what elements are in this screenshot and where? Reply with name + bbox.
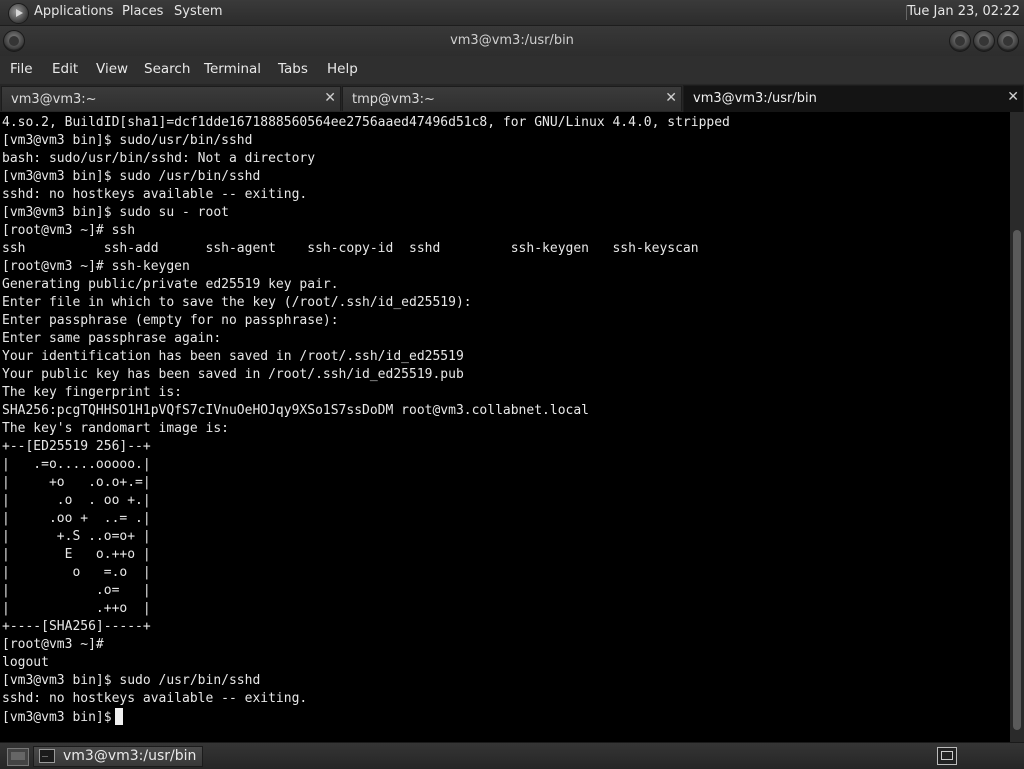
tab-tmp[interactable]: tmp@vm3:~ ✕ [342, 86, 682, 111]
terminal-output: 4.so.2, BuildID[sha1]=dcf1dde16718885605… [2, 114, 730, 727]
tab-label: vm3@vm3:~ [11, 92, 97, 107]
tab-close-icon[interactable]: ✕ [665, 90, 677, 106]
terminal-line: [vm3@vm3 bin]$ sudo /usr/bin/sshd [2, 169, 261, 184]
taskbar-window-button[interactable]: vm3@vm3:/usr/bin [33, 746, 203, 767]
terminal-prompt: [vm3@vm3 bin]$ [2, 710, 112, 725]
terminal-line: | +.S ..o=o+ | [2, 529, 151, 544]
clock[interactable]: Tue Jan 23, 02:22 [907, 4, 1020, 19]
menu-edit[interactable]: Edit [52, 61, 78, 77]
menu-terminal[interactable]: Terminal [204, 61, 261, 77]
terminal-line: sshd: no hostkeys available -- exiting. [2, 187, 308, 202]
terminal-line: bash: sudo/usr/bin/sshd: Not a directory [2, 151, 316, 166]
applications-icon[interactable] [8, 3, 29, 24]
terminal-area[interactable]: 4.so.2, BuildID[sha1]=dcf1dde16718885605… [0, 112, 1010, 742]
terminal-line: [root@vm3 ~]# ssh [2, 223, 136, 238]
menu-help[interactable]: Help [327, 61, 358, 77]
terminal-line: sshd: no hostkeys available -- exiting. [2, 691, 308, 706]
menu-search[interactable]: Search [144, 61, 190, 77]
terminal-line: | .=o.....ooooo.| [2, 457, 151, 472]
terminal-line: +--[ED25519 256]--+ [2, 439, 151, 454]
terminal-lines: 4.so.2, BuildID[sha1]=dcf1dde16718885605… [2, 115, 730, 706]
terminal-line: Generating public/private ed25519 key pa… [2, 277, 339, 292]
tab-bar: vm3@vm3:~ ✕ tmp@vm3:~ ✕ vm3@vm3:/usr/bin… [0, 84, 1024, 112]
terminal-line: | .o= | [2, 583, 151, 598]
terminal-line: | .o . oo +.| [2, 493, 151, 508]
terminal-line: | .++o | [2, 601, 151, 616]
menu-tabs[interactable]: Tabs [278, 61, 308, 77]
terminal-line: Your public key has been saved in /root/… [2, 367, 464, 382]
terminal-line: The key fingerprint is: [2, 385, 183, 400]
terminal-line: | .oo + ..= .| [2, 511, 151, 526]
terminal-line: | +o .o.o+.=| [2, 475, 151, 490]
terminal-line: Enter same passphrase again: [2, 331, 222, 346]
window-title: vm3@vm3:/usr/bin [450, 33, 574, 48]
terminal-icon [39, 746, 55, 763]
bottom-panel: vm3@vm3:/usr/bin [0, 742, 1024, 769]
scrollbar-thumb[interactable] [1013, 230, 1021, 730]
terminal-line: SHA256:pcgTQHHSO1H1pVQfS7cIVnuOeHOJqy9XS… [2, 403, 589, 418]
terminal-line: Enter passphrase (empty for no passphras… [2, 313, 339, 328]
tab-usr-bin[interactable]: vm3@vm3:/usr/bin ✕ [683, 85, 1024, 112]
close-window-icon[interactable] [997, 30, 1019, 52]
terminal-line: ssh ssh-add ssh-agent ssh-copy-id sshd s… [2, 241, 699, 256]
tab-close-icon[interactable]: ✕ [1007, 89, 1019, 105]
terminal-line: Your identification has been saved in /r… [2, 349, 464, 364]
menubar: File Edit View Search Terminal Tabs Help [0, 56, 1024, 83]
tab-label: vm3@vm3:/usr/bin [693, 91, 817, 106]
terminal-line: Enter file in which to save the key (/ro… [2, 295, 472, 310]
terminal-line: [root@vm3 ~]# [2, 637, 104, 652]
terminal-line: +----[SHA256]-----+ [2, 619, 151, 634]
terminal-line: The key's randomart image is: [2, 421, 229, 436]
system-menu[interactable]: System [174, 4, 222, 19]
tab-home[interactable]: vm3@vm3:~ ✕ [1, 86, 341, 111]
menu-view[interactable]: View [96, 61, 128, 77]
tab-label: tmp@vm3:~ [352, 92, 435, 107]
terminal-line: | E o.++o | [2, 547, 151, 562]
terminal-line: | o =.o | [2, 565, 151, 580]
workspace-switcher-icon[interactable] [937, 747, 957, 765]
terminal-line: [vm3@vm3 bin]$ sudo /usr/bin/sshd [2, 673, 261, 688]
text-cursor [114, 708, 123, 725]
menu-file[interactable]: File [10, 61, 33, 77]
applications-menu[interactable]: Applications [34, 4, 113, 19]
terminal-line: [vm3@vm3 bin]$ sudo/usr/bin/sshd [2, 133, 253, 148]
maximize-icon[interactable] [973, 30, 995, 52]
taskbar-window-label: vm3@vm3:/usr/bin [63, 748, 197, 764]
terminal-line: [vm3@vm3 bin]$ sudo su - root [2, 205, 229, 220]
terminal-line: 4.so.2, BuildID[sha1]=dcf1dde16718885605… [2, 115, 730, 130]
terminal-scrollbar[interactable] [1010, 112, 1024, 742]
terminal-line: logout [2, 655, 49, 670]
terminal-line: [root@vm3 ~]# ssh-keygen [2, 259, 190, 274]
places-menu[interactable]: Places [122, 4, 163, 19]
window-titlebar[interactable]: vm3@vm3:/usr/bin [0, 26, 1024, 56]
tab-close-icon[interactable]: ✕ [324, 90, 336, 106]
show-desktop-icon[interactable] [7, 748, 29, 766]
top-panel: Applications Places System Tue Jan 23, 0… [0, 0, 1024, 26]
minimize-icon[interactable] [949, 30, 971, 52]
